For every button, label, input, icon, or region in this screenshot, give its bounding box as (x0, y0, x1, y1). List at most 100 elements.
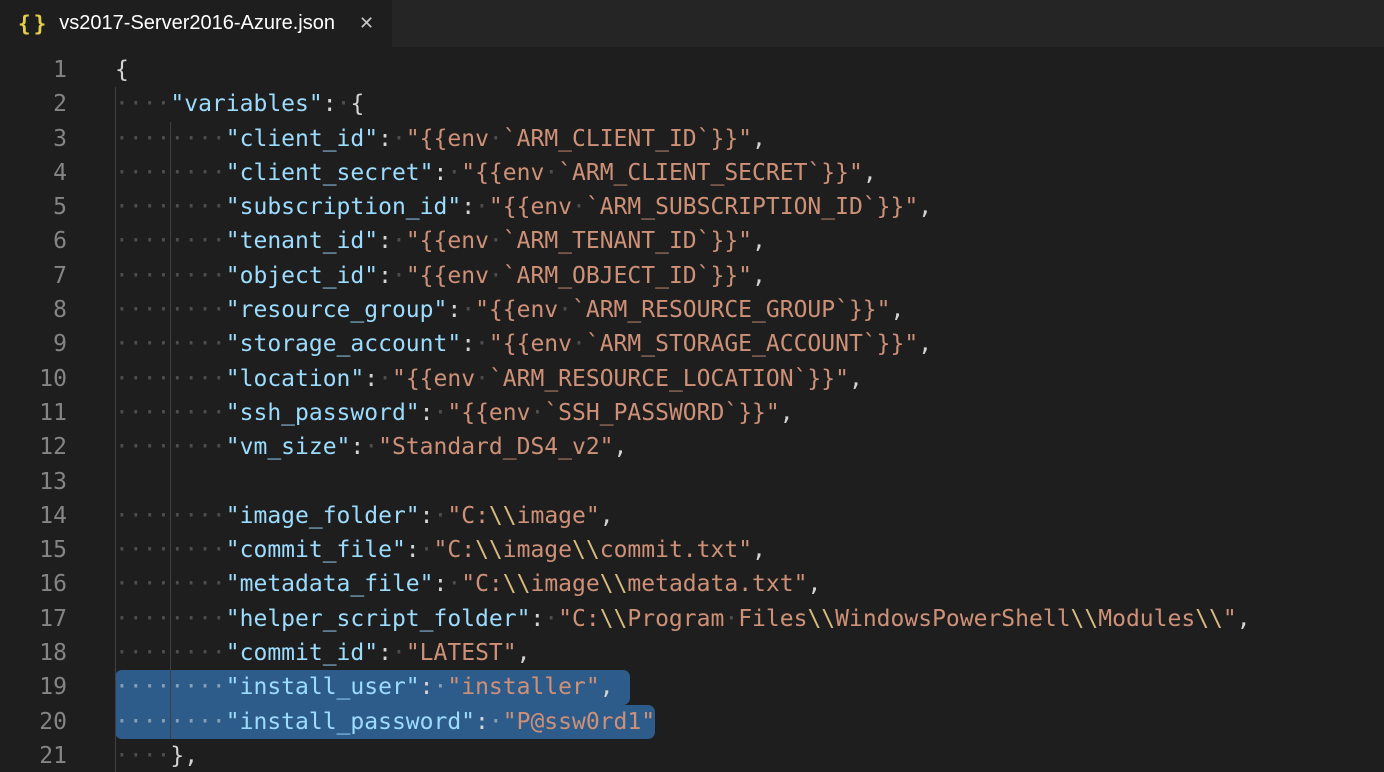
editor-line: 9········"storage_account":·"{{env·`ARM_… (0, 327, 1384, 361)
code-token: : (350, 434, 364, 460)
editor-line: 4········"client_secret":·"{{env·`ARM_CL… (0, 156, 1384, 190)
code-token: "object_id" (226, 263, 378, 289)
code-token: , (780, 400, 794, 426)
whitespace-dots: · (392, 228, 406, 254)
code-token: image (503, 537, 572, 563)
indent-guide (170, 465, 171, 499)
code-token: "vm_size" (226, 434, 351, 460)
code-token: }, (170, 743, 198, 769)
code-token: "{{env (475, 297, 558, 323)
whitespace-dots: ········ (115, 606, 226, 632)
code-line[interactable]: ········"object_id":·"{{env·`ARM_OBJECT_… (115, 259, 1384, 293)
whitespace-dots: · (447, 571, 461, 597)
code-token: "install_user" (226, 674, 420, 700)
code-token: : (378, 640, 392, 666)
code-line[interactable]: ····}, (115, 739, 1384, 772)
whitespace-dots: · (530, 400, 544, 426)
code-token: metadata.txt" (627, 571, 807, 597)
code-token: "{{env (406, 263, 489, 289)
line-number: 5 (0, 190, 115, 224)
line-number: 16 (0, 567, 115, 601)
whitespace-dots: · (475, 366, 489, 392)
code-line[interactable]: ········"install_password":·"P@ssw0rd1" (115, 705, 1384, 739)
code-token: : (420, 400, 434, 426)
code-line[interactable]: ········"client_id":·"{{env·`ARM_CLIENT_… (115, 122, 1384, 156)
line-number: 7 (0, 259, 115, 293)
code-token: \\ (1195, 606, 1223, 632)
line-number: 3 (0, 122, 115, 156)
code-line[interactable]: ········"vm_size":·"Standard_DS4_v2", (115, 430, 1384, 464)
code-token: "tenant_id" (226, 228, 378, 254)
code-line[interactable]: ········"subscription_id":·"{{env·`ARM_S… (115, 190, 1384, 224)
code-line[interactable]: ········"image_folder":·"C:\\image", (115, 499, 1384, 533)
whitespace-dots: ···· (115, 91, 170, 117)
whitespace-dots: · (392, 126, 406, 152)
code-token: "C: (558, 606, 600, 632)
code-token: \\ (600, 606, 628, 632)
code-line[interactable]: ········"commit_file":·"C:\\image\\commi… (115, 533, 1384, 567)
whitespace-dots: · (461, 297, 475, 323)
whitespace-dots: ········ (115, 366, 226, 392)
line-number: 9 (0, 327, 115, 361)
editor-line: 1{ (0, 53, 1384, 87)
editor-line: 3········"client_id":·"{{env·`ARM_CLIENT… (0, 122, 1384, 156)
editor-line: 21····}, (0, 739, 1384, 772)
code-token: WindowsPowerShell (835, 606, 1070, 632)
code-line[interactable]: ········"storage_account":·"{{env·`ARM_S… (115, 327, 1384, 361)
code-token: : (378, 126, 392, 152)
code-token: "commit_file" (226, 537, 406, 563)
code-token: " (1223, 606, 1237, 632)
code-token: "image_folder" (226, 503, 420, 529)
code-token: , (600, 674, 614, 700)
close-icon[interactable]: ✕ (359, 13, 374, 34)
whitespace-dots: ········ (115, 640, 226, 666)
whitespace-dots: ········ (115, 126, 226, 152)
line-number: 19 (0, 670, 115, 704)
code-token: "client_secret" (226, 160, 434, 186)
code-line[interactable]: ········"commit_id":·"LATEST", (115, 636, 1384, 670)
code-token: `ARM_STORAGE_ACCOUNT`}}" (586, 331, 918, 357)
whitespace-dots: · (572, 331, 586, 357)
code-token: , (614, 434, 628, 460)
code-token: Program (627, 606, 724, 632)
line-number: 12 (0, 430, 115, 464)
code-token: : (434, 571, 448, 597)
whitespace-dots: · (434, 674, 448, 700)
code-line[interactable]: ········"ssh_password":·"{{env·`SSH_PASS… (115, 396, 1384, 430)
whitespace-dots: · (434, 503, 448, 529)
line-number: 20 (0, 705, 115, 739)
line-number: 6 (0, 224, 115, 258)
whitespace-dots: ········ (115, 228, 226, 254)
code-line[interactable]: { (115, 53, 1384, 87)
code-line[interactable]: ········"resource_group":·"{{env·`ARM_RE… (115, 293, 1384, 327)
code-token: \\ (572, 537, 600, 563)
tab-bar: {} vs2017-Server2016-Azure.json ✕ (0, 0, 1384, 47)
json-file-icon: {} (18, 12, 49, 36)
code-line[interactable]: ········"metadata_file":·"C:\\image\\met… (115, 567, 1384, 601)
whitespace-dots: ···· (115, 743, 170, 769)
code-line[interactable]: ········"location":·"{{env·`ARM_RESOURCE… (115, 362, 1384, 396)
code-line[interactable]: ····"variables":·{ (115, 87, 1384, 121)
code-line[interactable]: ········"helper_script_folder":·"C:\\Pro… (115, 602, 1384, 636)
code-line[interactable]: ········"install_user":·"installer", (115, 670, 1384, 704)
editor[interactable]: 1{2····"variables":·{3········"client_id… (0, 47, 1384, 772)
indent-guide (115, 465, 116, 499)
editor-line: 16········"metadata_file":·"C:\\image\\m… (0, 567, 1384, 601)
code-token: "Standard_DS4_v2" (378, 434, 613, 460)
editor-line: 18········"commit_id":·"LATEST", (0, 636, 1384, 670)
code-token: : (364, 366, 378, 392)
whitespace-dots: · (475, 194, 489, 220)
whitespace-dots: · (392, 263, 406, 289)
code-token: image (530, 571, 599, 597)
code-token: \\ (503, 571, 531, 597)
whitespace-dots: ········ (115, 503, 226, 529)
tab-vs2017-server2016-azure-json[interactable]: {} vs2017-Server2016-Azure.json ✕ (0, 0, 392, 47)
code-line[interactable]: ········"client_secret":·"{{env·`ARM_CLI… (115, 156, 1384, 190)
code-line[interactable] (115, 465, 1384, 499)
code-token: "LATEST" (406, 640, 517, 666)
editor-line: 7········"object_id":·"{{env·`ARM_OBJECT… (0, 259, 1384, 293)
editor-line: 8········"resource_group":·"{{env·`ARM_R… (0, 293, 1384, 327)
code-line[interactable]: ········"tenant_id":·"{{env·`ARM_TENANT_… (115, 224, 1384, 258)
whitespace-dots: · (378, 366, 392, 392)
whitespace-dots: · (489, 126, 503, 152)
